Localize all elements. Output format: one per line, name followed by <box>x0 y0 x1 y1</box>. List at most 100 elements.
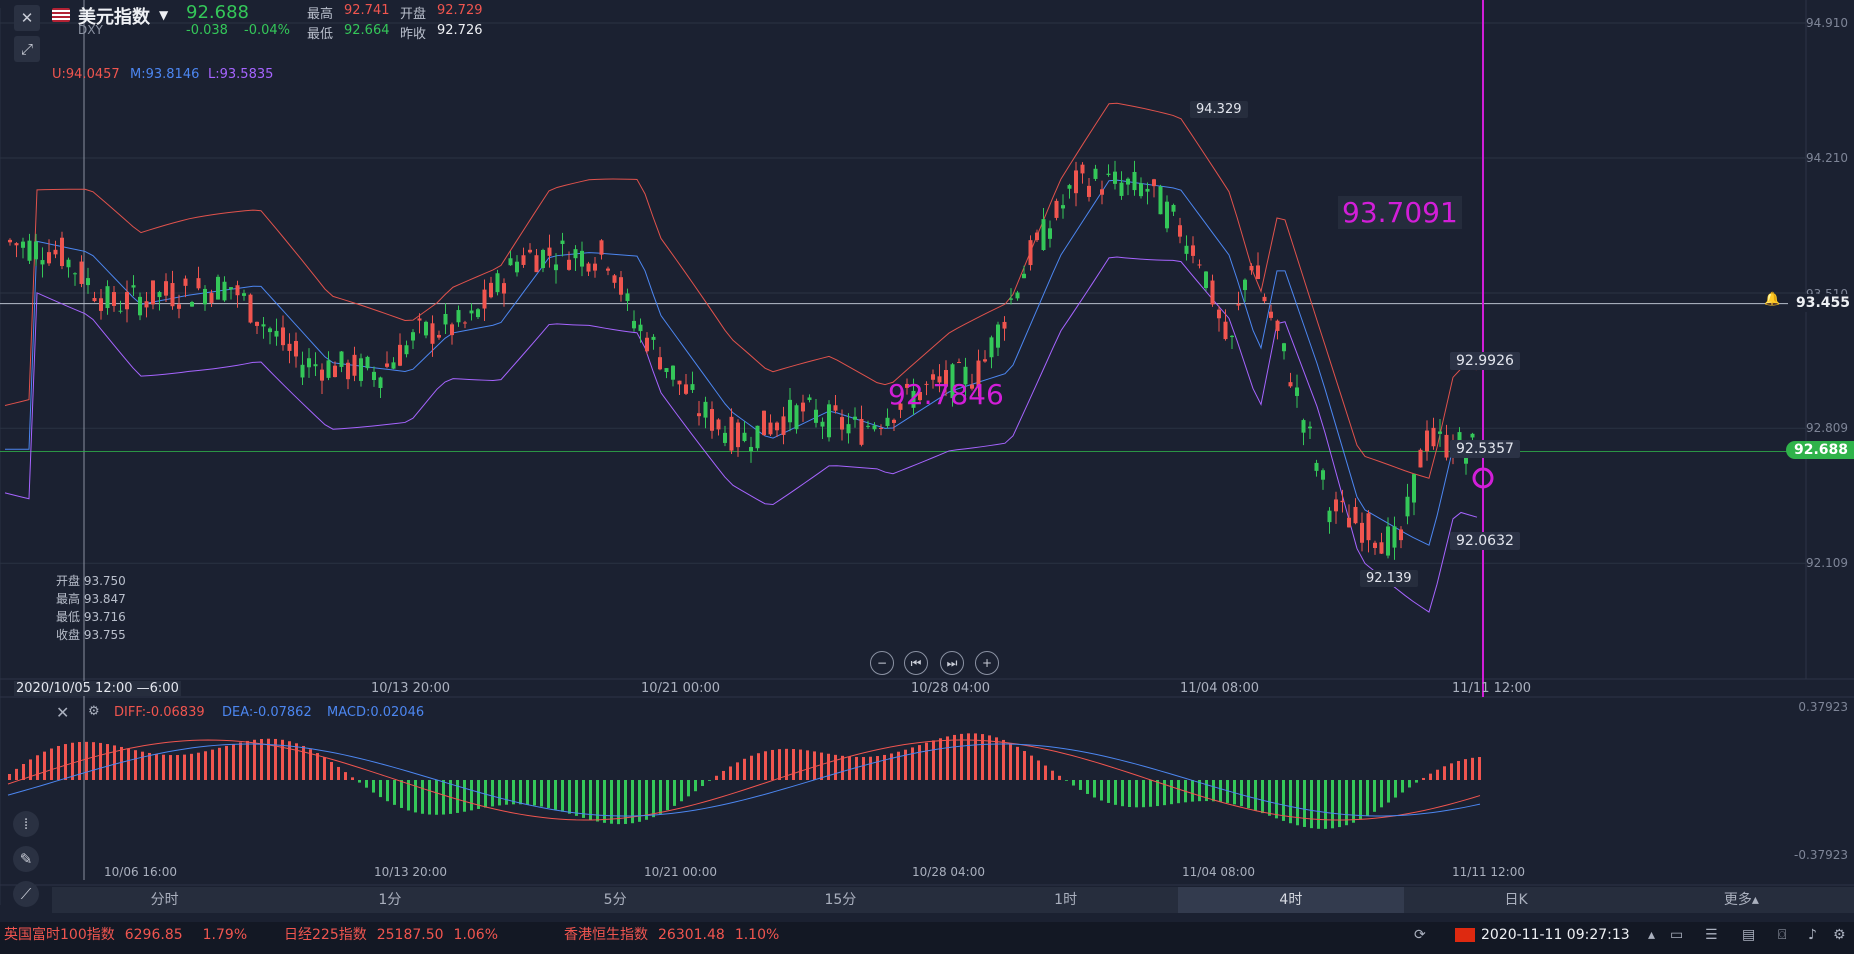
window-icon[interactable]: ▭ <box>1670 922 1683 948</box>
candle-body <box>79 261 84 284</box>
candle-body <box>573 249 578 259</box>
candle-body <box>736 422 740 448</box>
macd-bar <box>330 761 333 780</box>
candle-body <box>1425 430 1429 452</box>
macd-bar <box>1275 780 1278 819</box>
close-button[interactable]: ✕ <box>14 5 40 31</box>
macd-bar <box>491 780 494 807</box>
macd-bar <box>400 780 403 808</box>
candle-body <box>807 397 812 401</box>
candle-body <box>645 337 649 352</box>
candle-body <box>105 286 110 309</box>
tab-1m[interactable]: 1分 <box>277 887 502 913</box>
symbol-code: DXY <box>78 23 103 37</box>
macd-bar <box>113 745 116 780</box>
crosshair-price-tag: 93.455 <box>1788 294 1854 312</box>
macd-bar <box>1107 780 1110 803</box>
volume-icon[interactable]: ♪ <box>1808 922 1817 948</box>
candle-body <box>1074 170 1078 194</box>
list-icon[interactable]: ☰ <box>1705 922 1718 948</box>
candle-body <box>34 241 38 260</box>
macd-bar <box>680 780 683 802</box>
macd-bar <box>71 742 74 780</box>
scroll-right-button[interactable]: ⏭ <box>940 651 964 675</box>
macd-bar <box>1037 760 1040 780</box>
macd-bar <box>64 744 67 780</box>
layout-icon[interactable]: ▤ <box>1742 922 1755 948</box>
macd-bar <box>1331 780 1334 829</box>
macd-bar <box>1415 780 1418 783</box>
candle-body <box>411 332 415 341</box>
candle-body <box>482 289 487 309</box>
macd-bar <box>148 752 151 780</box>
candle-body <box>164 281 168 296</box>
candle-body <box>1295 387 1299 396</box>
tab-4h[interactable]: 4时 <box>1178 887 1404 913</box>
candle-body <box>281 327 285 346</box>
macd-bar <box>1072 780 1075 786</box>
macd-bar <box>435 780 438 815</box>
macd-bar <box>890 753 893 780</box>
tab-daily[interactable]: 日K <box>1404 887 1629 913</box>
candle-body <box>1470 433 1475 438</box>
macd-bar <box>1282 780 1285 821</box>
pencil-button[interactable]: ✎ <box>13 846 39 872</box>
tab-5m[interactable]: 5分 <box>503 887 728 913</box>
ohlc-low: 最低 93.716 <box>56 610 126 624</box>
scroll-left-button[interactable]: ⏮ <box>904 651 928 675</box>
ticker-item[interactable]: 香港恒生指数 26301.48 1.10% <box>564 922 789 948</box>
macd-bar <box>463 780 466 812</box>
zoom-in-button[interactable]: + <box>975 651 999 675</box>
macd-bar <box>1464 759 1467 780</box>
price-axis-label: 94.910 <box>1806 16 1848 30</box>
tab-tick[interactable]: 分时 <box>52 887 277 913</box>
candle-body <box>125 292 129 310</box>
caret-up-icon[interactable]: ▴ <box>1648 922 1655 948</box>
high-value: 92.741 <box>344 3 390 18</box>
macd-bar <box>988 735 991 780</box>
macd-bar <box>470 780 473 811</box>
camera-icon[interactable]: ⌼ <box>1778 922 1786 948</box>
candle-body <box>1139 183 1143 197</box>
macd-bar <box>666 780 669 811</box>
sync-icon[interactable]: ⟳ <box>1414 922 1426 948</box>
macd-bar <box>1191 780 1194 802</box>
chevron-down-icon[interactable]: ▼ <box>159 8 168 22</box>
macd-bar <box>85 741 88 780</box>
tab-more[interactable]: 更多▴ <box>1629 887 1854 913</box>
macd-bar <box>323 757 326 780</box>
candle-body <box>1009 298 1013 300</box>
close-macd-icon[interactable]: ✕ <box>56 703 69 722</box>
candle-body <box>60 237 64 267</box>
gear-icon[interactable]: ⚙ <box>1833 922 1846 948</box>
crosshair-time: 2020/10/05 12:00 —6:00 <box>14 681 181 696</box>
macd-bar <box>1044 765 1047 780</box>
macd-bar <box>246 740 249 780</box>
tab-15m[interactable]: 15分 <box>728 887 953 913</box>
draw-tool-button[interactable]: ⟋ <box>13 881 39 907</box>
pin-button[interactable]: ⤢ <box>14 36 40 62</box>
settings-icon[interactable]: ⚙ <box>88 704 100 719</box>
chart-canvas[interactable] <box>0 0 1854 954</box>
candle-body <box>424 321 428 336</box>
macd-bar <box>43 751 46 780</box>
current-price: 92.688 <box>186 2 249 23</box>
macd-bar <box>1429 773 1432 780</box>
ticker-bar: 英国富时100指数 6296.85 1.79% 日经225指数 25187.50 1.0… <box>0 922 1854 954</box>
indicator-button[interactable]: ⦙ <box>13 811 39 837</box>
ticker-pct: 1.06% <box>453 927 499 943</box>
macd-bar <box>50 748 53 780</box>
macd-bar <box>561 780 564 812</box>
bell-icon[interactable]: 🔔 <box>1764 292 1780 307</box>
macd-value: MACD:0.02046 <box>327 705 425 720</box>
candle-body <box>190 302 194 307</box>
candle-body <box>73 273 77 275</box>
ticker-item[interactable]: 英国富时100指数 6296.85 1.79% <box>4 922 257 948</box>
tab-1h[interactable]: 1时 <box>953 887 1178 913</box>
macd-bar <box>239 742 242 780</box>
ticker-item[interactable]: 日经225指数 25187.50 1.06% <box>284 922 508 948</box>
zoom-out-button[interactable]: − <box>870 651 894 675</box>
peak-label: 94.329 <box>1190 101 1248 118</box>
candle-body <box>996 324 1000 348</box>
macd-axis-bottom: -0.37923 <box>1794 848 1848 862</box>
